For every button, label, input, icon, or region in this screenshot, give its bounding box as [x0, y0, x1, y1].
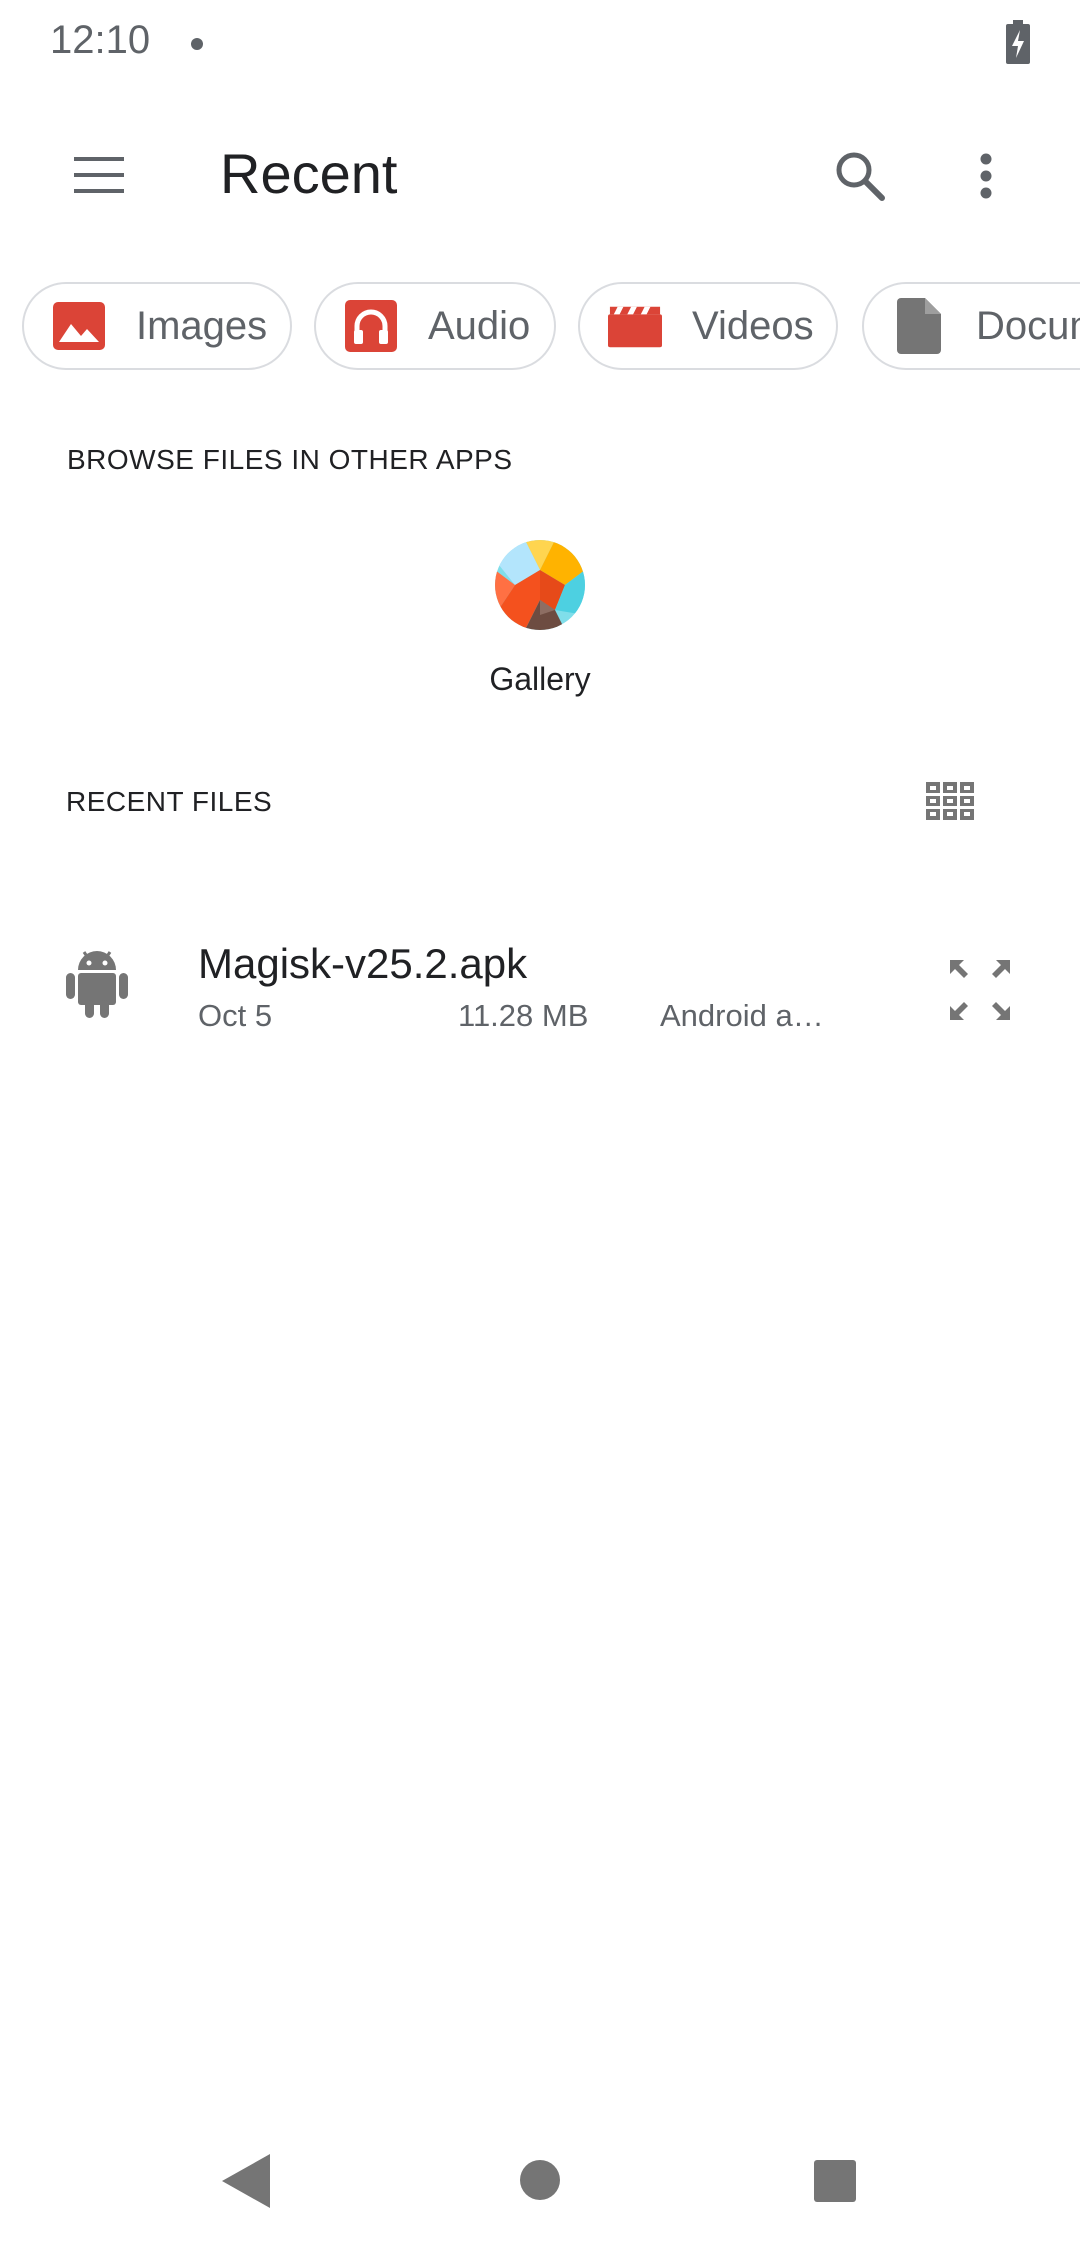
search-button[interactable]: [820, 138, 900, 214]
notification-dot-icon: [191, 38, 203, 50]
android-icon: [66, 951, 128, 1018]
clapperboard-icon: [608, 299, 662, 353]
file-list-item[interactable]: Magisk-v25.2.apk Oct 5 11.28 MB Android …: [0, 920, 1080, 1050]
battery-charging-icon: [1006, 20, 1030, 64]
browse-other-apps-heading: BROWSE FILES IN OTHER APPS: [67, 444, 513, 475]
navigation-menu-button[interactable]: [50, 142, 148, 208]
recents-icon[interactable]: [814, 2160, 856, 2202]
file-size: 11.28 MB: [458, 998, 589, 1033]
chip-audio[interactable]: Audio: [314, 282, 556, 370]
status-time: 12:10: [50, 18, 151, 62]
grid-view-toggle-button[interactable]: [918, 770, 982, 832]
screen: 12:10 Recent Images Audio Videos Docu BR…: [0, 0, 1080, 2246]
file-date: Oct 5: [198, 998, 273, 1033]
chip-videos-label: Videos: [692, 303, 814, 348]
more-vert-icon: [980, 153, 992, 199]
preview-expand-button[interactable]: [940, 950, 1020, 1030]
chip-videos[interactable]: Videos: [578, 282, 838, 370]
headphones-icon: [344, 299, 398, 353]
page-title: Recent: [220, 142, 398, 205]
hamburger-menu-icon: [74, 157, 124, 193]
more-options-button[interactable]: [950, 138, 1022, 214]
back-icon[interactable]: [218, 2152, 274, 2210]
image-icon: [52, 299, 106, 353]
chip-images[interactable]: Images: [22, 282, 292, 370]
chip-audio-label: Audio: [428, 303, 531, 348]
app-bar: Recent: [0, 86, 1080, 266]
file-type: Android a…: [660, 998, 824, 1033]
chip-images-label: Images: [136, 303, 268, 348]
chip-documents-label: Docum: [976, 303, 1080, 348]
expand-icon: [950, 960, 1010, 1020]
system-navigation-bar: [0, 2130, 1080, 2246]
file-name: Magisk-v25.2.apk: [198, 940, 528, 987]
gallery-app-icon: [495, 540, 585, 630]
document-icon: [892, 298, 946, 354]
recent-files-heading: RECENT FILES: [66, 786, 273, 817]
category-chips: Images Audio Videos Docu: [0, 282, 1080, 374]
grid-view-icon: [926, 782, 974, 820]
gallery-app-tile[interactable]: Gallery: [470, 540, 610, 710]
chip-documents[interactable]: Docum: [862, 282, 1080, 370]
home-icon[interactable]: [520, 2160, 560, 2200]
search-icon: [836, 152, 885, 201]
status-bar: 12:10: [0, 0, 1080, 86]
gallery-app-label: Gallery: [489, 661, 591, 697]
